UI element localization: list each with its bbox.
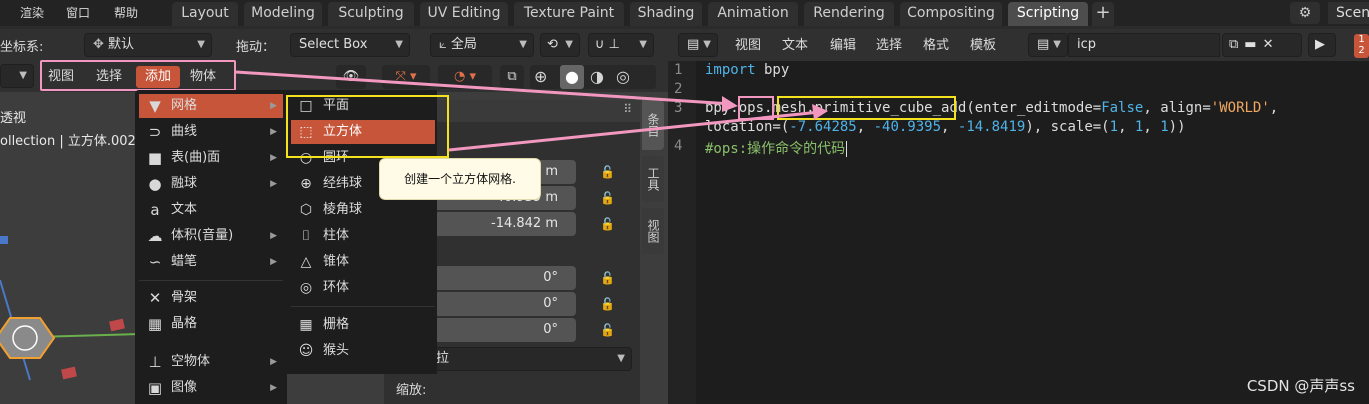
watermark: CSDN @声声ss [1246, 377, 1355, 395]
arrow-head-icon [812, 104, 828, 120]
annotation-arrow-ops [235, 70, 733, 106]
arrow-head-icon [722, 96, 738, 112]
annotation-arrows [235, 70, 828, 152]
annotation-arrow-cube [448, 110, 821, 152]
